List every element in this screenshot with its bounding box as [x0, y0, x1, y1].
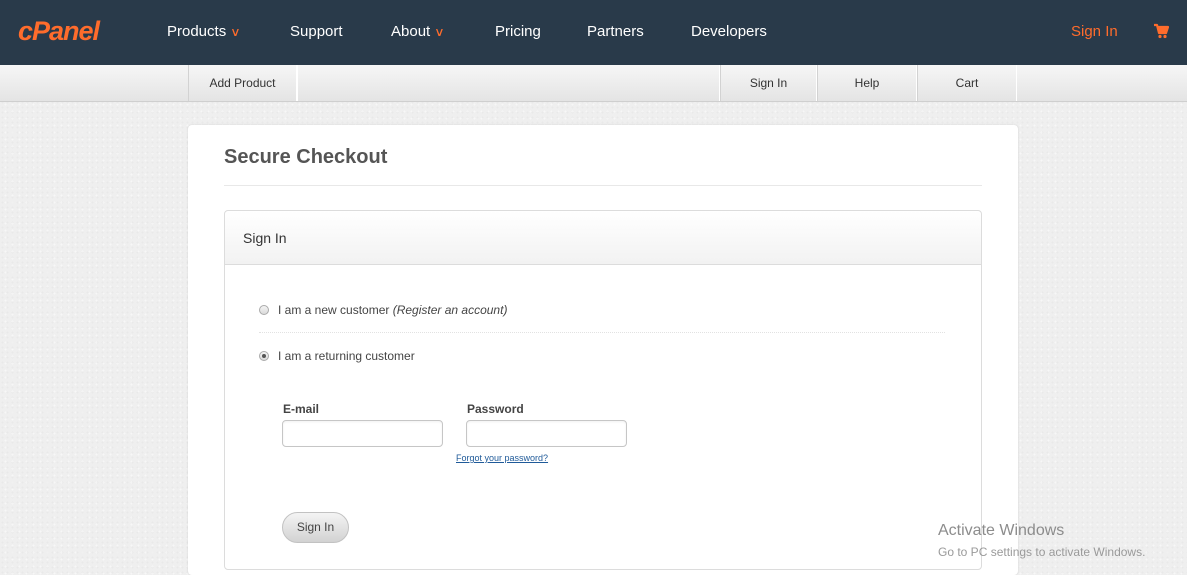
top-navbar: cPanel Products ∨ Support About ∨ Pricing …: [0, 0, 1187, 65]
nav-support[interactable]: Support: [290, 22, 343, 42]
nav-partners[interactable]: Partners: [587, 22, 644, 42]
sign-in-button[interactable]: Sign In: [282, 512, 349, 543]
logo-text: cPanel: [18, 16, 101, 46]
watermark-title: Activate Windows: [938, 522, 1065, 539]
nav-partners-label: Partners: [587, 23, 644, 40]
register-account-link[interactable]: (Register an account): [393, 303, 508, 317]
option-divider: [259, 332, 945, 333]
subnav-sign-in[interactable]: Sign In: [720, 65, 817, 101]
signin-box-header: Sign In: [225, 211, 981, 265]
nav-products-label: Products: [167, 23, 227, 40]
new-customer-option[interactable]: I am a new customer (Register an account…: [259, 303, 507, 317]
nav-developers-label: Developers: [691, 23, 767, 40]
nav-about[interactable]: About ∨: [391, 22, 445, 42]
page-title: Secure Checkout: [224, 146, 388, 168]
returning-customer-radio[interactable]: [259, 351, 269, 361]
password-field[interactable]: [466, 420, 627, 447]
new-customer-radio[interactable]: [259, 305, 269, 315]
forgot-password-link[interactable]: Forgot your password?: [456, 453, 548, 463]
nav-signin-link[interactable]: Sign In: [1071, 22, 1118, 42]
chevron-down-icon: ∨: [230, 25, 241, 39]
subnav-spacer: [297, 65, 720, 101]
returning-customer-label: I am a returning customer: [278, 349, 415, 363]
signin-box: Sign In I am a new customer (Register an…: [224, 210, 982, 570]
secondary-navbar: Add Product Sign In Help Cart: [0, 65, 1187, 102]
checkout-panel: Secure Checkout Sign In I am a new custo…: [188, 125, 1018, 575]
subnav-cart[interactable]: Cart: [917, 65, 1017, 101]
email-field[interactable]: [282, 420, 443, 447]
nav-about-label: About: [391, 23, 431, 40]
password-label: Password: [467, 402, 524, 416]
cart-icon[interactable]: [1153, 23, 1169, 39]
subnav-help[interactable]: Help: [817, 65, 917, 101]
cpanel-logo[interactable]: cPanel: [14, 14, 144, 48]
nav-pricing[interactable]: Pricing: [495, 22, 541, 42]
nav-support-label: Support: [290, 23, 343, 40]
email-label: E-mail: [283, 402, 320, 416]
nav-pricing-label: Pricing: [495, 23, 541, 40]
title-divider: [224, 185, 982, 186]
chevron-down-icon: ∨: [434, 25, 445, 39]
new-customer-label: I am a new customer: [278, 303, 390, 317]
nav-products[interactable]: Products ∨: [167, 22, 241, 42]
signin-box-title: Sign In: [243, 230, 287, 246]
watermark-subtitle: Go to PC settings to activate Windows.: [938, 545, 1146, 559]
nav-developers[interactable]: Developers: [691, 22, 767, 42]
returning-customer-option[interactable]: I am a returning customer: [259, 349, 415, 363]
subnav-add-product[interactable]: Add Product: [188, 65, 297, 101]
